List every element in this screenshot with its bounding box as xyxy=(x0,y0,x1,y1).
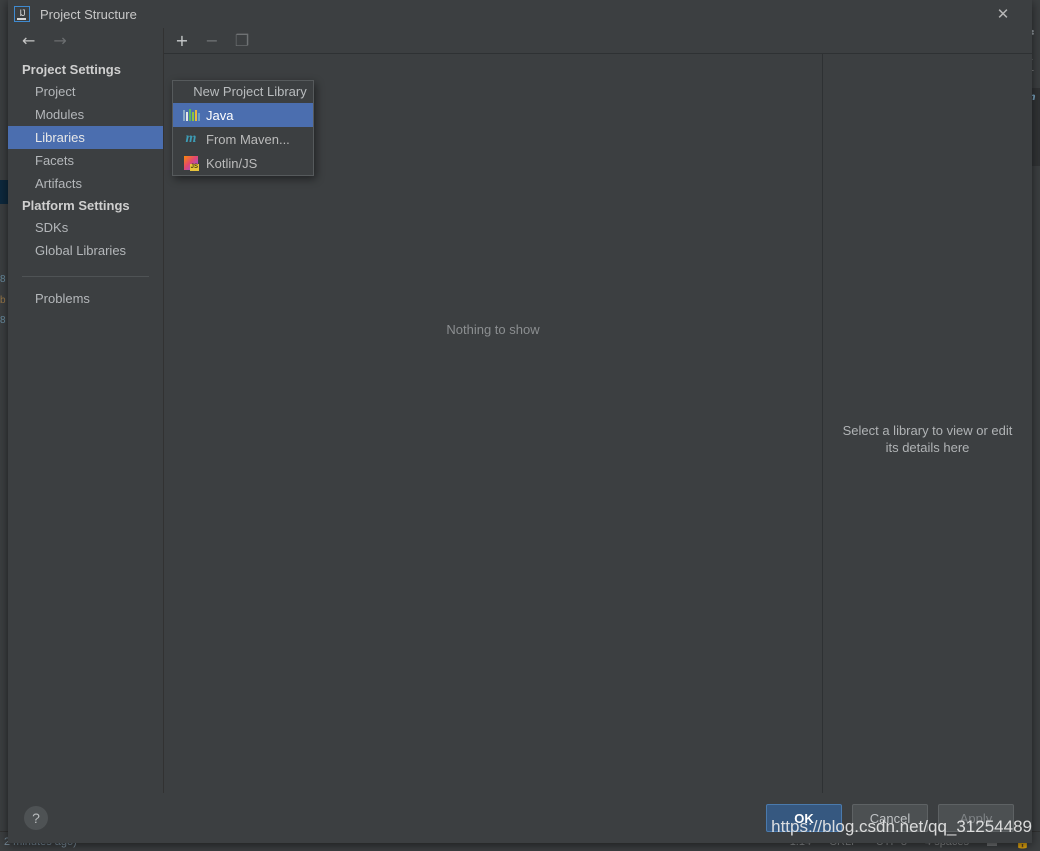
close-icon[interactable]: ✕ xyxy=(994,5,1012,23)
watermark-url: https://blog.csdn.net/qq_31254489 xyxy=(771,817,1032,836)
empty-state-message: Nothing to show xyxy=(446,322,540,337)
popup-item-label: From Maven... xyxy=(206,131,290,147)
java-icon xyxy=(182,107,200,123)
sidebar-item-global-libraries[interactable]: Global Libraries xyxy=(8,239,163,262)
project-structure-dialog: IJ Project Structure ✕ ← → Project Setti… xyxy=(8,0,1032,843)
popup-item-java[interactable]: Java xyxy=(173,103,313,127)
ide-left-glyph-1: 8 xyxy=(0,274,6,285)
popup-item-label: Kotlin/JS xyxy=(206,155,258,171)
forward-arrow-icon: → xyxy=(53,31,67,50)
sidebar-item-artifacts[interactable]: Artifacts xyxy=(8,172,163,195)
copy-library-button[interactable]: ❐ xyxy=(233,31,251,50)
settings-sidebar: ← → Project Settings Project Modules Lib… xyxy=(8,28,164,793)
sidebar-item-modules[interactable]: Modules xyxy=(8,103,163,126)
kotlin-js-icon xyxy=(183,155,199,171)
libraries-toolbar: + − ❐ xyxy=(164,28,1032,54)
back-arrow-icon[interactable]: ← xyxy=(22,33,35,49)
popup-item-label: Java xyxy=(206,107,234,123)
popup-item-kotlin-js[interactable]: Kotlin/JS xyxy=(173,151,313,175)
ide-left-glyph-2: b xyxy=(0,295,6,306)
detail-placeholder-message: Select a library to view or edit its det… xyxy=(842,423,1013,455)
sidebar-item-facets[interactable]: Facets xyxy=(8,149,163,172)
navigation-arrows: ← → xyxy=(8,28,163,54)
sidebar-group-platform-settings: Platform Settings xyxy=(22,198,130,213)
dialog-titlebar: IJ Project Structure ✕ xyxy=(8,0,1032,28)
sidebar-item-project[interactable]: Project xyxy=(8,80,163,103)
sidebar-separator xyxy=(22,276,149,277)
intellij-idea-icon: IJ xyxy=(14,6,30,22)
sidebar-item-libraries[interactable]: Libraries xyxy=(8,126,163,149)
dialog-title: Project Structure xyxy=(40,6,137,22)
ide-left-glyph-3: 8 xyxy=(0,315,6,326)
new-project-library-popup: New Project Library Java m From Maven... xyxy=(172,80,314,176)
dialog-body: ← → Project Settings Project Modules Lib… xyxy=(8,28,1032,793)
popup-title: New Project Library xyxy=(193,84,307,99)
sidebar-group-project-settings: Project Settings xyxy=(22,62,121,77)
remove-library-button: − xyxy=(205,31,219,50)
add-library-button[interactable]: + xyxy=(173,31,191,50)
sidebar-item-problems[interactable]: Problems xyxy=(8,287,163,310)
help-button[interactable]: ? xyxy=(24,806,48,830)
library-detail-pane: Select a library to view or edit its det… xyxy=(823,54,1032,793)
maven-icon: m xyxy=(185,131,197,146)
popup-item-from-maven[interactable]: m From Maven... xyxy=(173,127,313,151)
sidebar-item-sdks[interactable]: SDKs xyxy=(8,216,163,239)
sidebar-items-list: Project Settings Project Modules Librari… xyxy=(8,54,163,310)
